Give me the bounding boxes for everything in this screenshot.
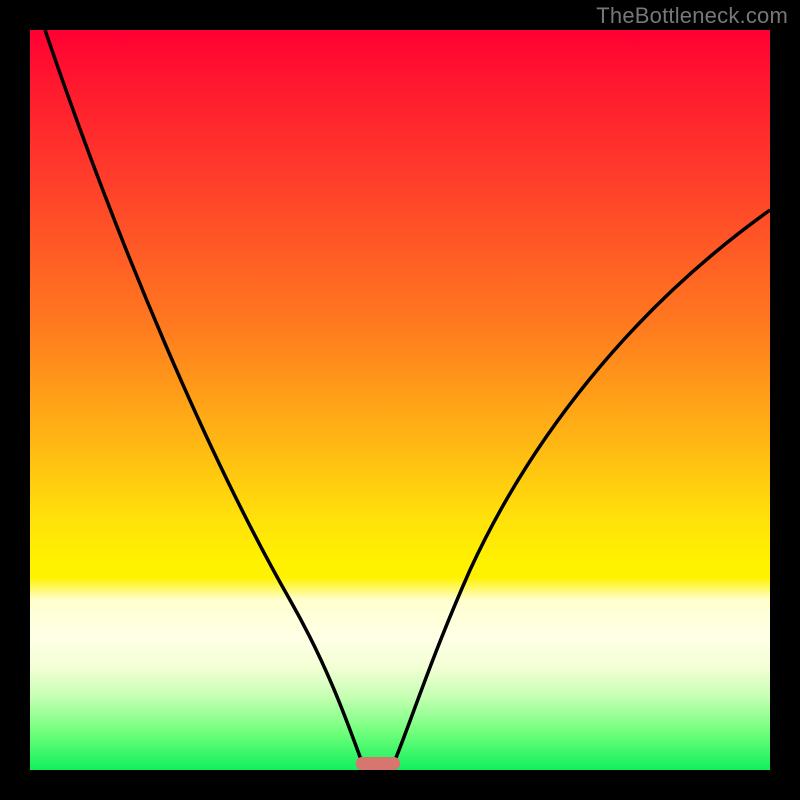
plot-area [30, 30, 770, 770]
right-curve [393, 210, 770, 765]
left-curve [45, 30, 363, 765]
watermark-text: TheBottleneck.com [596, 3, 788, 29]
chart-frame: TheBottleneck.com [0, 0, 800, 800]
curves-svg [30, 30, 770, 770]
bottom-pill-marker [356, 757, 400, 770]
